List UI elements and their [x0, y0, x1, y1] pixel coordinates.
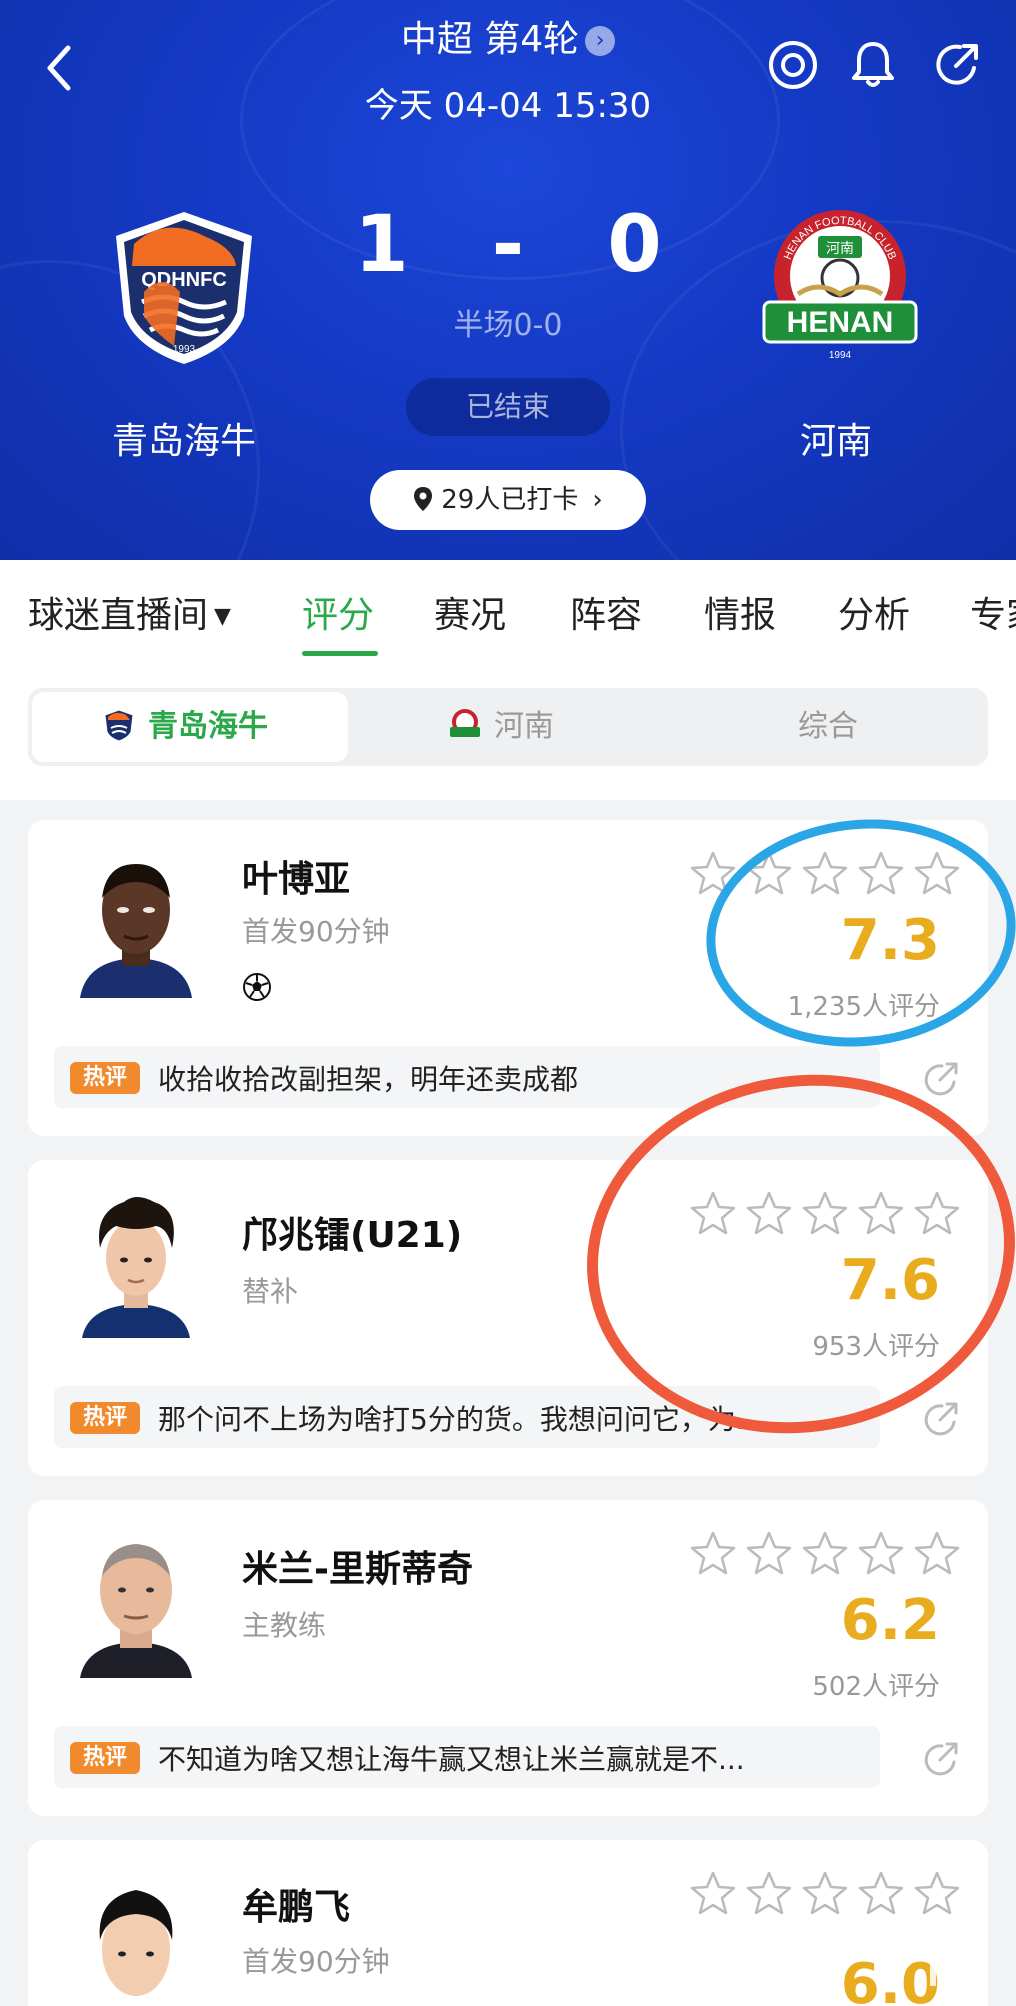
away-logo-text: HENAN [787, 306, 894, 339]
star-outline-icon[interactable] [800, 1530, 850, 1576]
player-avatar [76, 1188, 196, 1338]
star-outline-icon[interactable] [744, 1530, 794, 1576]
away-logo-badge: 河南 [826, 241, 854, 257]
tab-intel[interactable]: 情报 [704, 586, 776, 638]
goal-icon [243, 973, 271, 1001]
active-tab-indicator [302, 651, 378, 656]
match-tab-bar: 球迷直播间▼ 评分 赛况 阵容 情报 分析 专家 [0, 560, 1016, 660]
away-team-name[interactable]: 河南 [716, 412, 956, 464]
target-icon[interactable] [766, 38, 820, 92]
tab-match-events[interactable]: 赛况 [434, 586, 506, 638]
player-rating-score: 7.3 [840, 908, 940, 973]
star-outline-icon[interactable] [912, 1870, 962, 1916]
star-outline-icon[interactable] [856, 1530, 906, 1576]
round-label: 中超 第4轮 [400, 19, 580, 60]
segment-label: 青岛海牛 [148, 709, 268, 744]
star-rating-input[interactable] [682, 1530, 962, 1580]
share-icon[interactable] [920, 1738, 962, 1780]
star-outline-icon[interactable] [800, 1190, 850, 1236]
bell-icon[interactable] [846, 38, 900, 92]
hot-comment[interactable]: 热评 那个问不上场为啥打5分的货。我想问问它，为... [54, 1386, 880, 1448]
hot-comment-text: 收拾收拾改副担架，明年还卖成都 [158, 1063, 579, 1096]
player-rating-score: 6.0 [840, 1952, 940, 2006]
team-filter-area: 青岛海牛 河南 综合 [0, 660, 1016, 800]
caret-down-icon: ▼ [214, 604, 231, 629]
star-outline-icon[interactable] [688, 1530, 738, 1576]
player-avatar [76, 848, 196, 998]
away-team-mini-logo [450, 709, 480, 737]
star-outline-icon[interactable] [856, 1870, 906, 1916]
tab-fan-live[interactable]: 球迷直播间 ▼ [28, 586, 231, 638]
star-outline-icon[interactable] [912, 1190, 962, 1236]
star-rating-input[interactable] [682, 1190, 962, 1240]
home-team-mini-logo [104, 709, 134, 742]
away-logo-year: 1994 [829, 350, 852, 361]
star-outline-icon[interactable] [800, 1870, 850, 1916]
star-rating-input[interactable] [682, 850, 962, 900]
chevron-right-icon: › [585, 26, 616, 56]
segment-label: 河南 [494, 709, 554, 744]
checkin-button[interactable]: 29人已打卡 › [370, 470, 646, 530]
team-segmented-control: 青岛海牛 河南 综合 [28, 688, 988, 766]
star-outline-icon[interactable] [688, 850, 738, 896]
star-outline-icon[interactable] [856, 850, 906, 896]
home-logo-year: 1993 [173, 344, 196, 355]
tab-analysis[interactable]: 分析 [838, 586, 910, 638]
chevron-right-icon: › [592, 485, 603, 515]
rating-count: 502人评分 [812, 1672, 940, 1702]
player-name: 牟鹏飞 [242, 1887, 351, 1928]
player-avatar [76, 1870, 196, 2006]
star-outline-icon[interactable] [912, 1530, 962, 1576]
player-rating-card[interactable]: 邝兆镭(U21) 替补 7.6 953人评分 热评 那个问不上场为啥打5分的货。… [28, 1160, 988, 1476]
tab-ratings[interactable]: 评分 [302, 586, 374, 638]
hot-comment-badge: 热评 [70, 1062, 140, 1094]
rating-count: 953人评分 [812, 1332, 940, 1362]
location-pin-icon [414, 487, 433, 511]
star-outline-icon[interactable] [744, 850, 794, 896]
player-rating-card[interactable]: 牟鹏飞 首发90分钟 6.0 [28, 1840, 988, 2006]
player-name: 邝兆镭(U21) [242, 1215, 463, 1256]
checkin-label: 29人已打卡 [441, 485, 579, 515]
player-role: 首发90分钟 [242, 1945, 390, 1978]
away-team-logo[interactable]: HENAN FOOTBALL CLUB 河南 HENAN 1994 [758, 206, 922, 366]
player-role: 替补 [242, 1275, 299, 1308]
hot-comment-badge: 热评 [70, 1402, 140, 1434]
player-name: 叶博亚 [242, 859, 351, 900]
hot-comment[interactable]: 热评 不知道为啥又想让海牛赢又想让米兰赢就是不... [54, 1726, 880, 1788]
star-outline-icon[interactable] [688, 1190, 738, 1236]
star-outline-icon[interactable] [856, 1190, 906, 1236]
player-rating-card[interactable]: 米兰-里斯蒂奇 主教练 6.2 502人评分 热评 不知道为啥又想让海牛赢又想让… [28, 1500, 988, 1816]
share-icon[interactable] [920, 1398, 962, 1440]
tab-label: 球迷直播间 [28, 595, 209, 636]
star-outline-icon[interactable] [688, 1870, 738, 1916]
player-role: 首发90分钟 [242, 915, 390, 948]
tab-expert[interactable]: 专家 [970, 586, 1016, 638]
player-rating-score: 6.2 [840, 1588, 940, 1653]
hot-comment-badge: 热评 [70, 1742, 140, 1774]
player-rating-card[interactable]: 叶博亚 首发90分钟 7.3 1,235人评分 热评 收拾收拾改副担架，明年还卖… [28, 820, 988, 1136]
segment-away-team[interactable]: 河南 [448, 692, 648, 762]
tab-lineup[interactable]: 阵容 [570, 586, 642, 638]
star-rating-input[interactable] [682, 1870, 962, 1920]
segment-home-team[interactable]: 青岛海牛 [32, 692, 348, 762]
home-team-name[interactable]: 青岛海牛 [64, 412, 304, 464]
share-icon[interactable] [930, 38, 984, 92]
star-outline-icon[interactable] [744, 1190, 794, 1236]
player-role: 主教练 [242, 1609, 327, 1642]
player-rating-score: 7.6 [840, 1248, 940, 1313]
rating-count: 1,235人评分 [787, 992, 940, 1022]
watermark-logo [930, 1952, 984, 1986]
segment-overall[interactable]: 综合 [798, 692, 918, 762]
player-avatar [76, 1528, 196, 1678]
hot-comment-text: 那个问不上场为啥打5分的货。我想问问它，为... [158, 1403, 763, 1436]
match-status-badge: 已结束 [406, 378, 610, 436]
share-icon[interactable] [920, 1058, 962, 1100]
match-header: 中超 第4轮 › 今天 04-04 15:30 QDHNFC 1993 青岛海牛 … [0, 0, 1016, 560]
star-outline-icon[interactable] [800, 850, 850, 896]
player-name: 米兰-里斯蒂奇 [242, 1549, 473, 1590]
hot-comment[interactable]: 热评 收拾收拾改副担架，明年还卖成都 [54, 1046, 880, 1108]
star-outline-icon[interactable] [744, 1870, 794, 1916]
star-outline-icon[interactable] [912, 850, 962, 896]
hot-comment-text: 不知道为啥又想让海牛赢又想让米兰赢就是不... [158, 1743, 745, 1776]
